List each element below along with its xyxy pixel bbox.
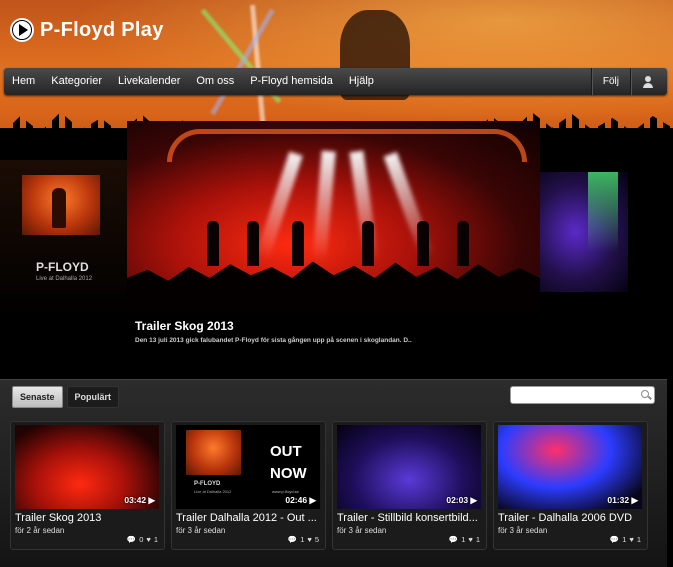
thumb-url: www.p-floyd.se [272,489,299,494]
like-count: 5 [314,535,319,544]
band-member [457,221,469,266]
tab-latest[interactable]: Senaste [12,386,63,408]
nav-item-kategorier[interactable]: Kategorier [43,68,110,95]
featured-image [127,121,540,311]
video-card[interactable]: 01:32 ▶ Trailer - Dalhalla 2006 DVD för … [493,421,648,550]
comment-count: 0 [139,535,144,544]
poster-subtitle: Live at Dalhalla 2012 [36,276,93,282]
video-card[interactable]: 02:03 ▶ Trailer - Stillbild konsertbild.… [332,421,487,550]
like-count: 1 [153,535,158,544]
sort-tabs: Senaste Populärt [12,386,120,408]
heart-icon: ♥ [146,535,151,544]
comment-icon: 💬 [609,535,620,544]
crowd-silhouette [127,261,540,311]
search-icon[interactable] [641,390,649,398]
thumb-now-text: NOW [270,465,307,482]
band-member [292,221,304,266]
band-member [362,221,374,266]
video-card[interactable]: P-FLOYD Live at Dalhalla 2012 OUT NOW ww… [171,421,326,550]
band-member [417,221,429,266]
comment-count: 1 [300,535,305,544]
video-panel: Senaste Populärt 03:42 ▶ Trailer Skog 20… [0,379,667,567]
carousel-next-slide[interactable] [540,172,628,292]
video-age: för 3 år sedan [176,526,226,535]
nav-item-hjalp[interactable]: Hjälp [341,68,382,95]
featured-title: Trailer Skog 2013 [135,319,234,333]
nav-item-hem[interactable]: Hem [4,68,43,95]
main-navbar: Hem Kategorier Livekalender Om oss P-Flo… [4,68,667,95]
nav-item-livekalender[interactable]: Livekalender [110,68,188,95]
video-stats: 💬 0 ♥ 1 [127,535,158,544]
video-duration: 02:03 ▶ [446,495,477,505]
band-member [247,221,259,266]
play-logo-icon [10,18,34,42]
video-list: 03:42 ▶ Trailer Skog 2013 för 2 år sedan… [10,421,648,550]
video-thumbnail[interactable]: 03:42 ▶ [15,425,159,509]
comment-count: 1 [622,535,627,544]
thumb-poster [186,430,241,475]
nav-item-hemsida[interactable]: P-Floyd hemsida [242,68,341,95]
video-title[interactable]: Trailer Skog 2013 [15,512,161,524]
video-stats: 💬 1 ♥ 1 [610,535,641,544]
video-duration: 03:42 ▶ [124,495,155,505]
comment-icon: 💬 [126,535,137,544]
band-member [207,221,219,266]
video-stats: 💬 1 ♥ 1 [449,535,480,544]
video-duration: 01:32 ▶ [607,495,638,505]
heart-icon: ♥ [629,535,634,544]
video-title[interactable]: Trailer - Stillbild konsertbild... [337,512,483,524]
logo[interactable]: P-Floyd Play [10,18,164,42]
comment-icon: 💬 [448,535,459,544]
video-thumbnail[interactable]: 01:32 ▶ [498,425,642,509]
nav-item-om-oss[interactable]: Om oss [188,68,242,95]
heart-icon: ♥ [307,535,312,544]
featured-slide[interactable]: Trailer Skog 2013 Den 13 juli 2013 gick … [127,121,540,351]
video-age: för 3 år sedan [498,526,548,535]
tab-popular[interactable]: Populärt [66,386,120,408]
comment-icon: 💬 [287,535,298,544]
video-card[interactable]: 03:42 ▶ Trailer Skog 2013 för 2 år sedan… [10,421,165,550]
video-age: för 3 år sedan [337,526,387,535]
search-box [510,386,655,406]
video-duration: 02:46 ▶ [285,495,316,505]
stage-truss [167,129,527,162]
thumb-subtitle: Live at Dalhalla 2012 [194,489,232,494]
heart-icon: ♥ [468,535,473,544]
video-thumbnail[interactable]: 02:03 ▶ [337,425,481,509]
like-count: 1 [636,535,641,544]
video-age: för 2 år sedan [15,526,65,535]
featured-caption: Trailer Skog 2013 Den 13 juli 2013 gick … [127,311,540,351]
video-title[interactable]: Trailer Dalhalla 2012 - Out ... [176,512,322,524]
comment-count: 1 [461,535,466,544]
poster-title: P-FLOYD [36,260,89,274]
like-count: 1 [475,535,480,544]
search-input[interactable] [511,389,639,406]
thumb-out-text: OUT [270,443,302,460]
carousel-prev-slide[interactable]: P-FLOYD Live at Dalhalla 2012 [0,160,128,320]
video-stats: 💬 1 ♥ 5 [288,535,319,544]
video-title[interactable]: Trailer - Dalhalla 2006 DVD [498,512,644,524]
featured-description: Den 13 juli 2013 gick falubandet P-Floyd… [135,337,412,344]
video-thumbnail[interactable]: P-FLOYD Live at Dalhalla 2012 OUT NOW ww… [176,425,320,509]
follow-button[interactable]: Följ [590,68,630,95]
spotlight [312,150,336,262]
stage-light [588,172,618,252]
thumb-caption: P-FLOYD [194,481,221,487]
user-icon[interactable] [630,68,667,95]
poster-figure [52,188,66,228]
brand-name: P-Floyd Play [40,18,164,41]
